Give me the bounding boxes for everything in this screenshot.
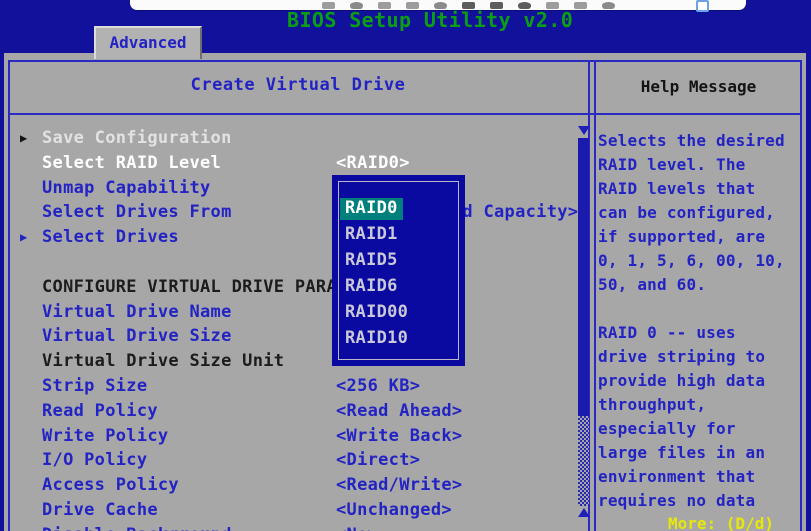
browser-toolbar-fragment bbox=[130, 0, 746, 10]
menu-item-label: Save Configuration bbox=[42, 128, 232, 148]
panel-divider-inner bbox=[594, 60, 596, 531]
help-text-line: provide high data bbox=[598, 371, 803, 390]
menu-item-label: Drive Cache bbox=[42, 500, 158, 520]
menu-item-label: Select Drives bbox=[42, 227, 179, 247]
menu-item-value: <RAID0> bbox=[336, 153, 410, 173]
submenu-arrow-icon: ▶ bbox=[20, 131, 28, 145]
help-text-line: RAID level. The bbox=[598, 155, 803, 174]
bios-title: BIOS Setup Utility v2.0 bbox=[287, 8, 573, 32]
toolbar-focus-square-icon[interactable] bbox=[696, 0, 709, 12]
menu-item-label: Disable Background bbox=[42, 525, 232, 531]
menu-row-virtual-drive-size-unit: Virtual Drive Size Unit bbox=[4, 351, 574, 373]
toolbar-button-fragment-icon[interactable] bbox=[574, 2, 587, 9]
help-text-line: Selects the desired bbox=[598, 131, 803, 150]
menu-item-value: <Unchanged> bbox=[336, 500, 452, 520]
menu-row-virtual-drive-name[interactable]: Virtual Drive Name bbox=[4, 302, 574, 324]
scrollbar-thumb[interactable] bbox=[578, 138, 589, 416]
dropdown-option-raid5[interactable]: RAID5 bbox=[345, 250, 398, 272]
menu-item-label: I/O Policy bbox=[42, 450, 147, 470]
menu-item-value: <Direct> bbox=[336, 450, 420, 470]
help-text-line: especially for bbox=[598, 419, 803, 438]
menu-row-select-drives[interactable]: ▶ Select Drives bbox=[4, 227, 574, 249]
help-text-line: 50, and 60. bbox=[598, 275, 803, 294]
menu-row-save-configuration[interactable]: ▶ Save Configuration bbox=[4, 128, 574, 150]
help-more-indicator: More: (D/d) bbox=[668, 514, 774, 531]
dropdown-option-raid10[interactable]: RAID10 bbox=[345, 328, 408, 350]
menu-item-label: Virtual Drive Size Unit bbox=[42, 351, 284, 371]
scrollbar[interactable] bbox=[576, 123, 592, 531]
menu-item-label: Select Drives From bbox=[42, 202, 232, 222]
help-panel-title: Help Message bbox=[596, 77, 801, 96]
toolbar-button-fragment-icon[interactable] bbox=[322, 2, 335, 9]
dropdown-option-raid0[interactable]: RAID0 bbox=[340, 198, 403, 220]
page-title: Create Virtual Drive bbox=[8, 75, 588, 95]
menu-row-unmap-capability[interactable]: Unmap Capability bbox=[4, 178, 574, 200]
toolbar-button-fragment-icon[interactable] bbox=[378, 2, 391, 9]
dropdown-option-raid00[interactable]: RAID00 bbox=[345, 302, 408, 324]
help-text-line: if supported, are bbox=[598, 227, 803, 246]
scrollbar-up-arrow-icon[interactable] bbox=[578, 508, 590, 517]
scrollbar-track[interactable] bbox=[578, 416, 589, 506]
toolbar-button-fragment-icon[interactable] bbox=[462, 2, 475, 9]
toolbar-button-fragment-icon[interactable] bbox=[406, 2, 419, 9]
menu-row-read-policy[interactable]: Read Policy <Read Ahead> bbox=[4, 401, 574, 423]
menu-row-select-raid-level[interactable]: Select RAID Level <RAID0> bbox=[4, 153, 574, 175]
menu-item-value: <No> bbox=[336, 525, 378, 531]
toolbar-button-fragment-icon[interactable] bbox=[350, 2, 363, 9]
help-text-line: can be configured, bbox=[598, 203, 803, 222]
toolbar-button-fragment-icon[interactable] bbox=[546, 2, 559, 9]
main-panel: Create Virtual Drive Help Message ▶ Save … bbox=[4, 53, 806, 531]
help-text-line: drive striping to bbox=[598, 347, 803, 366]
menu-item-value: <Read Ahead> bbox=[336, 401, 462, 421]
menu-row-virtual-drive-size[interactable]: Virtual Drive Size bbox=[4, 326, 574, 348]
menu-row-access-policy[interactable]: Access Policy <Read/Write> bbox=[4, 475, 574, 497]
help-text-line: 0, 1, 5, 6, 00, 10, bbox=[598, 251, 803, 270]
toolbar-button-fragment-icon[interactable] bbox=[602, 2, 615, 9]
menu-row-i-o-policy[interactable]: I/O Policy <Direct> bbox=[4, 450, 574, 472]
menu-item-label: Access Policy bbox=[42, 475, 179, 495]
menu-row-drive-cache[interactable]: Drive Cache <Unchanged> bbox=[4, 500, 574, 522]
toolbar-button-fragment-icon[interactable] bbox=[518, 2, 531, 9]
scrollbar-down-arrow-icon[interactable] bbox=[578, 126, 590, 135]
menu-item-value: <256 KB> bbox=[336, 376, 420, 396]
tab-advanced[interactable]: Advanced bbox=[94, 26, 202, 59]
submenu-arrow-icon: ▶ bbox=[20, 230, 28, 244]
dropdown-option-raid6[interactable]: RAID6 bbox=[345, 276, 398, 298]
help-text-line: environment that bbox=[598, 467, 803, 486]
menu-item-label: Write Policy bbox=[42, 426, 168, 446]
menu-row-write-policy[interactable]: Write Policy <Write Back> bbox=[4, 426, 574, 448]
dropdown-option-raid1[interactable]: RAID1 bbox=[345, 224, 398, 246]
menu-row-configure-virtual-drive-parameters: CONFIGURE VIRTUAL DRIVE PARAMETERS: bbox=[4, 277, 574, 299]
help-text-line: RAID levels that bbox=[598, 179, 803, 198]
header-divider-line bbox=[8, 113, 802, 115]
menu-item-label: Strip Size bbox=[42, 376, 147, 396]
help-text-line: large files in an bbox=[598, 443, 803, 462]
menu-item-label: Virtual Drive Size bbox=[42, 326, 232, 346]
menu-item-label: Virtual Drive Name bbox=[42, 302, 232, 322]
help-text-line: RAID 0 -- uses bbox=[598, 323, 803, 342]
panel-border-top bbox=[8, 60, 802, 62]
help-text-line: throughput, bbox=[598, 395, 803, 414]
menu-row-select-drives-from[interactable]: Select Drives From<Unconfigured Capacity… bbox=[4, 202, 574, 224]
menu-item-value: <Write Back> bbox=[336, 426, 462, 446]
menu-item-label: Read Policy bbox=[42, 401, 158, 421]
menu-row-disable-background[interactable]: Disable Background <No> bbox=[4, 525, 574, 531]
menu-item-label: Unmap Capability bbox=[42, 178, 211, 198]
menu-row-strip-size[interactable]: Strip Size <256 KB> bbox=[4, 376, 574, 398]
menu-item-value: <Read/Write> bbox=[336, 475, 462, 495]
menu-item-label: Select RAID Level bbox=[42, 153, 221, 173]
toolbar-button-fragment-icon[interactable] bbox=[490, 2, 503, 9]
toolbar-button-fragment-icon[interactable] bbox=[434, 2, 447, 9]
bios-screen: BIOS Setup Utility v2.0 Advanced Create … bbox=[0, 0, 811, 531]
raid-level-dropdown: RAID0 RAID1 RAID5 RAID6 RAID00 RAID10 bbox=[332, 175, 465, 366]
help-text-line: requires no data bbox=[598, 491, 803, 510]
